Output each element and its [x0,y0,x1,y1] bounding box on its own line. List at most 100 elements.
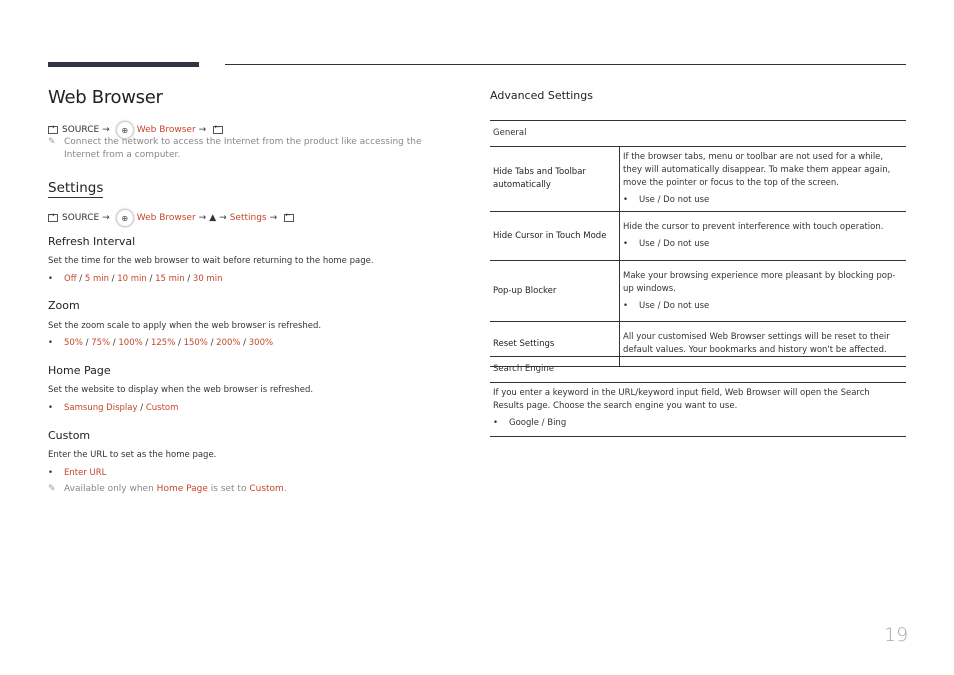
arrow-icon: → [102,125,110,135]
setting-label: Hide Cursor in Touch Mode [490,211,620,261]
path-web-browser[interactable]: Web Browser [137,125,196,135]
bullet-icon: • [623,300,629,311]
general-settings-table: General Hide Tabs and Toolbar automatica… [490,120,906,367]
refresh-interval-heading: Refresh Interval [48,235,136,248]
option-value[interactable]: Off [64,274,77,284]
option-value[interactable]: Custom [146,403,179,413]
setting-desc: If the browser tabs, menu or toolbar are… [623,152,891,188]
settings-navigation-path: SOURCE → ⊕ Web Browser → ▲ → Settings → [48,209,295,227]
custom-note: ✎ Available only when Home Page is set t… [48,483,287,496]
settings-heading: Settings [48,180,104,198]
separator: / [207,338,217,348]
table-row: Pop-up Blocker Make your browsing experie… [490,260,906,322]
bullet-icon: • [48,403,54,413]
option-value[interactable]: Samsung Display [64,403,138,413]
bullet-icon: • [623,239,629,249]
path-source: SOURCE [62,213,100,223]
source-icon [48,123,58,134]
page-number: 19 [884,624,909,646]
table-row: Hide Tabs and Toolbar automatically If th… [490,146,906,212]
note-link-home-page[interactable]: Home Page [157,484,208,494]
option-value[interactable]: 300% [249,338,273,348]
note-text: . [283,484,287,494]
web-browser-globe-icon: ⊕ [115,209,134,227]
option-value[interactable]: 100% [118,338,142,348]
setting-label: Hide Tabs and Toolbar automatically [490,146,620,212]
option-value[interactable]: 5 min [85,274,109,284]
bullet-icon: • [48,274,54,284]
pencil-note-icon: ✎ [48,484,56,494]
setting-desc: Hide the cursor to prevent interference … [623,222,884,232]
option-value[interactable]: 75% [91,338,110,348]
separator: / [142,338,151,348]
setting-desc: All your customised Web Browser settings… [623,332,890,355]
option-value[interactable]: 15 min [155,274,185,284]
setting-desc: Make your browsing experience more pleas… [623,270,896,294]
custom-heading: Custom [48,429,91,442]
custom-options: • Enter URL [48,468,106,478]
note-text: Available only when [64,484,157,494]
enter-icon [213,123,224,134]
setting-desc-cell: Hide the cursor to prevent interference … [619,211,906,261]
refresh-interval-desc: Set the time for the web browser to wait… [48,256,374,266]
table-header-row: General [490,120,906,147]
setting-desc-cell: If the browser tabs, menu or toolbar are… [619,146,906,212]
path-web-browser[interactable]: Web Browser [137,213,196,223]
source-icon [48,211,58,222]
arrow-icon: → [198,213,207,223]
search-engine-options: • Google / Bing [493,417,903,430]
table-header-row: Search Engine [490,356,906,383]
option-value[interactable]: 50% [64,338,83,348]
arrow-icon: → [269,213,278,223]
separator: / [184,274,193,284]
custom-desc: Enter the URL to set as the home page. [48,450,217,460]
option-value[interactable]: 10 min [117,274,147,284]
path-settings[interactable]: Settings [230,213,267,223]
separator: / [76,274,85,284]
zoom-desc: Set the zoom scale to apply when the web… [48,321,322,331]
separator: / [82,338,92,348]
option-value[interactable]: 200% [216,338,240,348]
options-text: Use / Do not use [639,300,710,311]
general-heading: General [490,120,906,147]
option-value[interactable]: Enter URL [64,468,106,478]
bullet-icon: • [48,338,54,348]
zoom-heading: Zoom [48,299,80,312]
setting-options: • Use / Do not use [623,238,903,251]
arrow-icon: → [219,213,227,223]
home-page-heading: Home Page [48,364,111,377]
option-value[interactable]: 125% [151,338,175,348]
path-source: SOURCE [62,125,100,135]
setting-desc-cell: Make your browsing experience more pleas… [619,260,906,322]
option-value[interactable]: 30 min [193,274,223,284]
search-engine-table: Search Engine If you enter a keyword in … [490,356,906,437]
home-page-options: • Samsung Display / Custom [48,403,178,413]
setting-options: • Use / Do not use [623,300,903,313]
setting-label: Pop-up Blocker [490,260,620,322]
note-text: Connect the network to access the Intern… [64,137,422,160]
options-text: Google / Bing [509,418,567,428]
header-rule [225,64,906,65]
enter-icon [284,211,295,222]
separator: / [108,274,118,284]
separator: / [146,274,156,284]
setting-options: • Use / Do not use [623,194,903,207]
arrow-icon: → [198,125,207,135]
separator: / [137,403,146,413]
home-page-desc: Set the website to display when the web … [48,385,314,395]
options-text: Use / Do not use [639,239,710,249]
page-title: Web Browser [48,87,163,108]
option-value[interactable]: 150% [184,338,208,348]
note-text: is set to [207,484,250,494]
arrow-icon: → [102,213,110,223]
separator: / [175,338,184,348]
note-link-custom[interactable]: Custom [249,484,283,494]
search-engine-desc: If you enter a keyword in the URL/keywor… [493,388,870,411]
up-triangle-icon: ▲ [209,213,217,223]
table-row: If you enter a keyword in the URL/keywor… [490,382,906,437]
refresh-interval-options: • Off / 5 min / 10 min / 15 min / 30 min [48,274,222,284]
advanced-settings-heading: Advanced Settings [490,89,593,102]
search-engine-cell: If you enter a keyword in the URL/keywor… [490,382,906,437]
search-engine-heading: Search Engine [490,356,906,383]
separator: / [240,338,249,348]
